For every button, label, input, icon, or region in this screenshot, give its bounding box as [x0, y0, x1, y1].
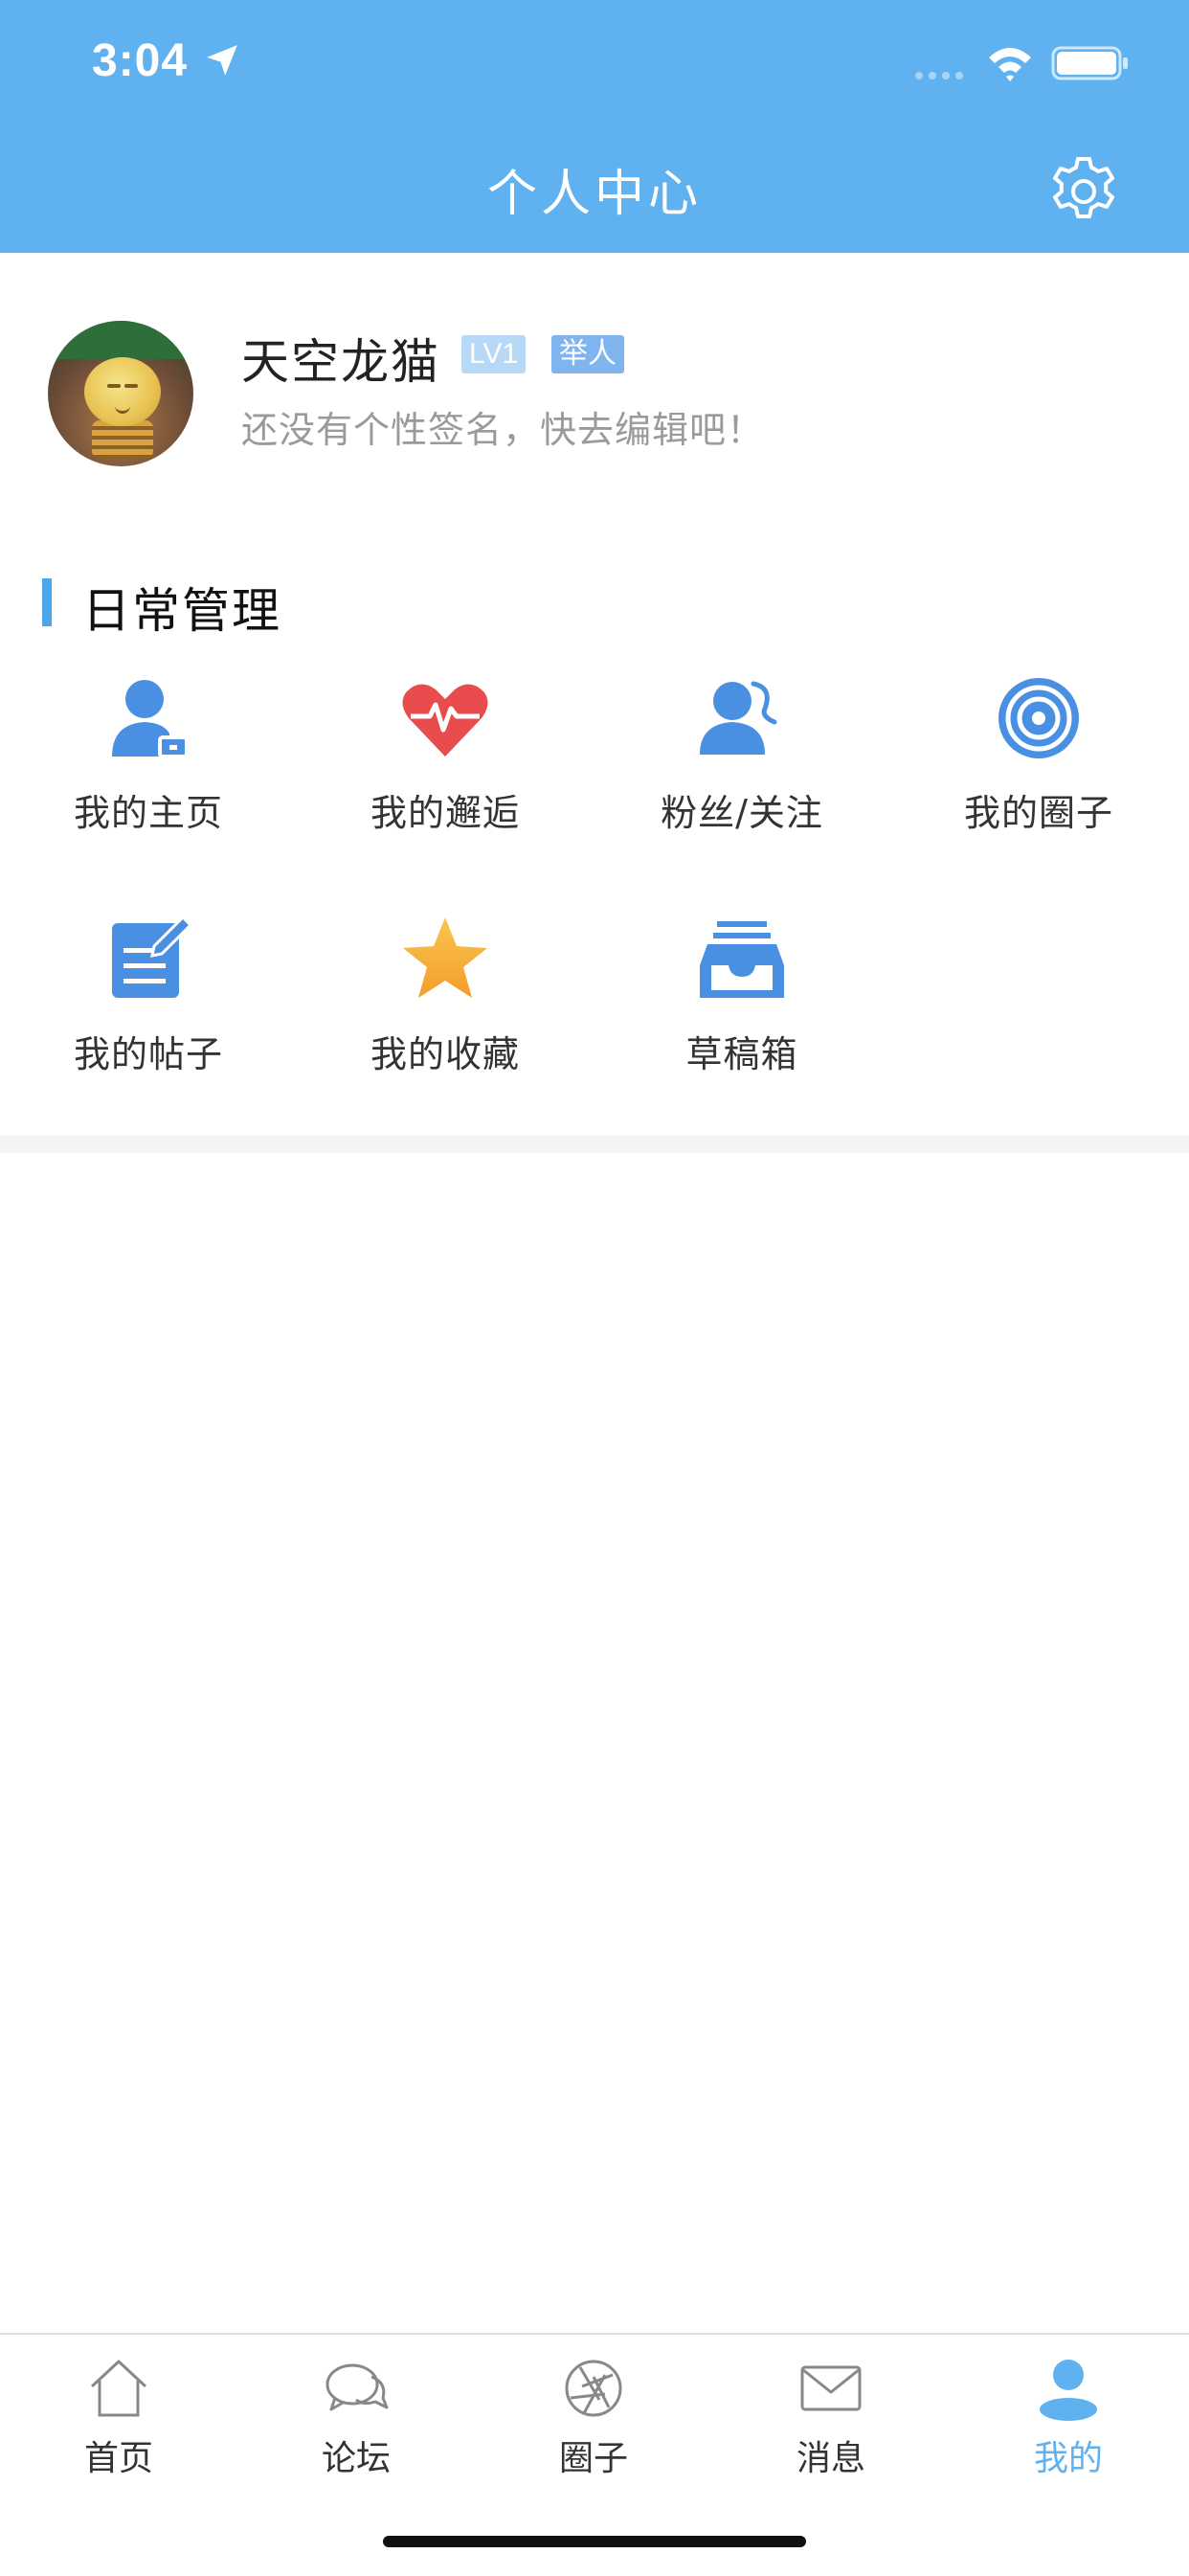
menu-label: 草稿箱 — [685, 1033, 798, 1075]
tab-label: 论坛 — [321, 2439, 391, 2478]
status-time: 3:04 — [92, 35, 189, 86]
heartbeat-icon — [402, 684, 488, 757]
battery-icon — [1051, 46, 1128, 80]
tab-messages[interactable]: 消息 — [712, 2356, 950, 2490]
avatar-background — [48, 321, 193, 359]
person-icon — [1040, 2360, 1097, 2421]
settings-gear-icon[interactable] — [1045, 153, 1122, 230]
location-arrow-icon — [207, 45, 237, 76]
menu-my-homepage[interactable]: 我的主页 — [0, 670, 297, 862]
menu-label: 我的圈子 — [963, 792, 1113, 834]
signature-text[interactable]: 还没有个性签名，快去编辑吧！ — [241, 400, 764, 453]
aperture-icon — [565, 2360, 622, 2417]
tab-label: 消息 — [796, 2439, 865, 2478]
tab-label: 我的 — [1033, 2439, 1103, 2478]
tab-forum[interactable]: 论坛 — [237, 2356, 475, 2490]
avatar-face — [84, 357, 161, 426]
menu-fans-follow[interactable]: 粉丝/关注 — [594, 670, 890, 862]
user-home-icon — [112, 680, 189, 758]
mail-icon — [800, 2365, 862, 2411]
followers-icon — [700, 681, 777, 755]
section-divider — [0, 1136, 1189, 1153]
cellular-signal-icon — [915, 72, 963, 79]
top-header: 3:04 个人中心 — [0, 0, 1189, 253]
chat-bubbles-icon — [325, 2363, 389, 2411]
avatar-eye-right — [124, 384, 138, 388]
section-title: 日常管理 — [82, 583, 281, 639]
menu-my-circles[interactable]: 我的圈子 — [890, 670, 1187, 862]
avatar-eye-left — [107, 384, 121, 388]
menu-my-encounters[interactable]: 我的邂逅 — [297, 670, 594, 862]
circle-target-icon — [998, 678, 1079, 758]
tab-home[interactable]: 首页 — [0, 2356, 237, 2490]
page-title: 个人中心 — [486, 166, 702, 223]
tab-mine[interactable]: 我的 — [950, 2356, 1187, 2490]
username[interactable]: 天空龙猫 — [241, 324, 440, 393]
section-accent-bar — [42, 578, 52, 626]
menu-my-posts[interactable]: 我的帖子 — [0, 912, 297, 1103]
wifi-icon — [989, 48, 1031, 81]
menu-label: 我的收藏 — [370, 1033, 520, 1075]
avatar-spring — [92, 420, 153, 459]
tab-circles[interactable]: 圈子 — [475, 2356, 712, 2490]
rank-badge: 举人 — [551, 335, 624, 373]
menu-label: 我的邂逅 — [370, 792, 520, 834]
avatar[interactable] — [48, 321, 193, 466]
home-indicator[interactable] — [383, 2536, 806, 2547]
menu-label: 粉丝/关注 — [661, 792, 823, 834]
star-icon — [403, 917, 487, 998]
home-icon — [90, 2360, 147, 2417]
inbox-tray-icon — [700, 921, 784, 998]
menu-label: 我的帖子 — [73, 1033, 223, 1075]
menu-my-favorites[interactable]: 我的收藏 — [297, 912, 594, 1103]
edit-post-icon — [112, 915, 193, 998]
menu-drafts[interactable]: 草稿箱 — [594, 912, 890, 1103]
tab-label: 首页 — [83, 2439, 153, 2478]
menu-label: 我的主页 — [73, 792, 223, 834]
level-badge: LV1 — [461, 335, 527, 373]
tab-label: 圈子 — [558, 2439, 628, 2478]
